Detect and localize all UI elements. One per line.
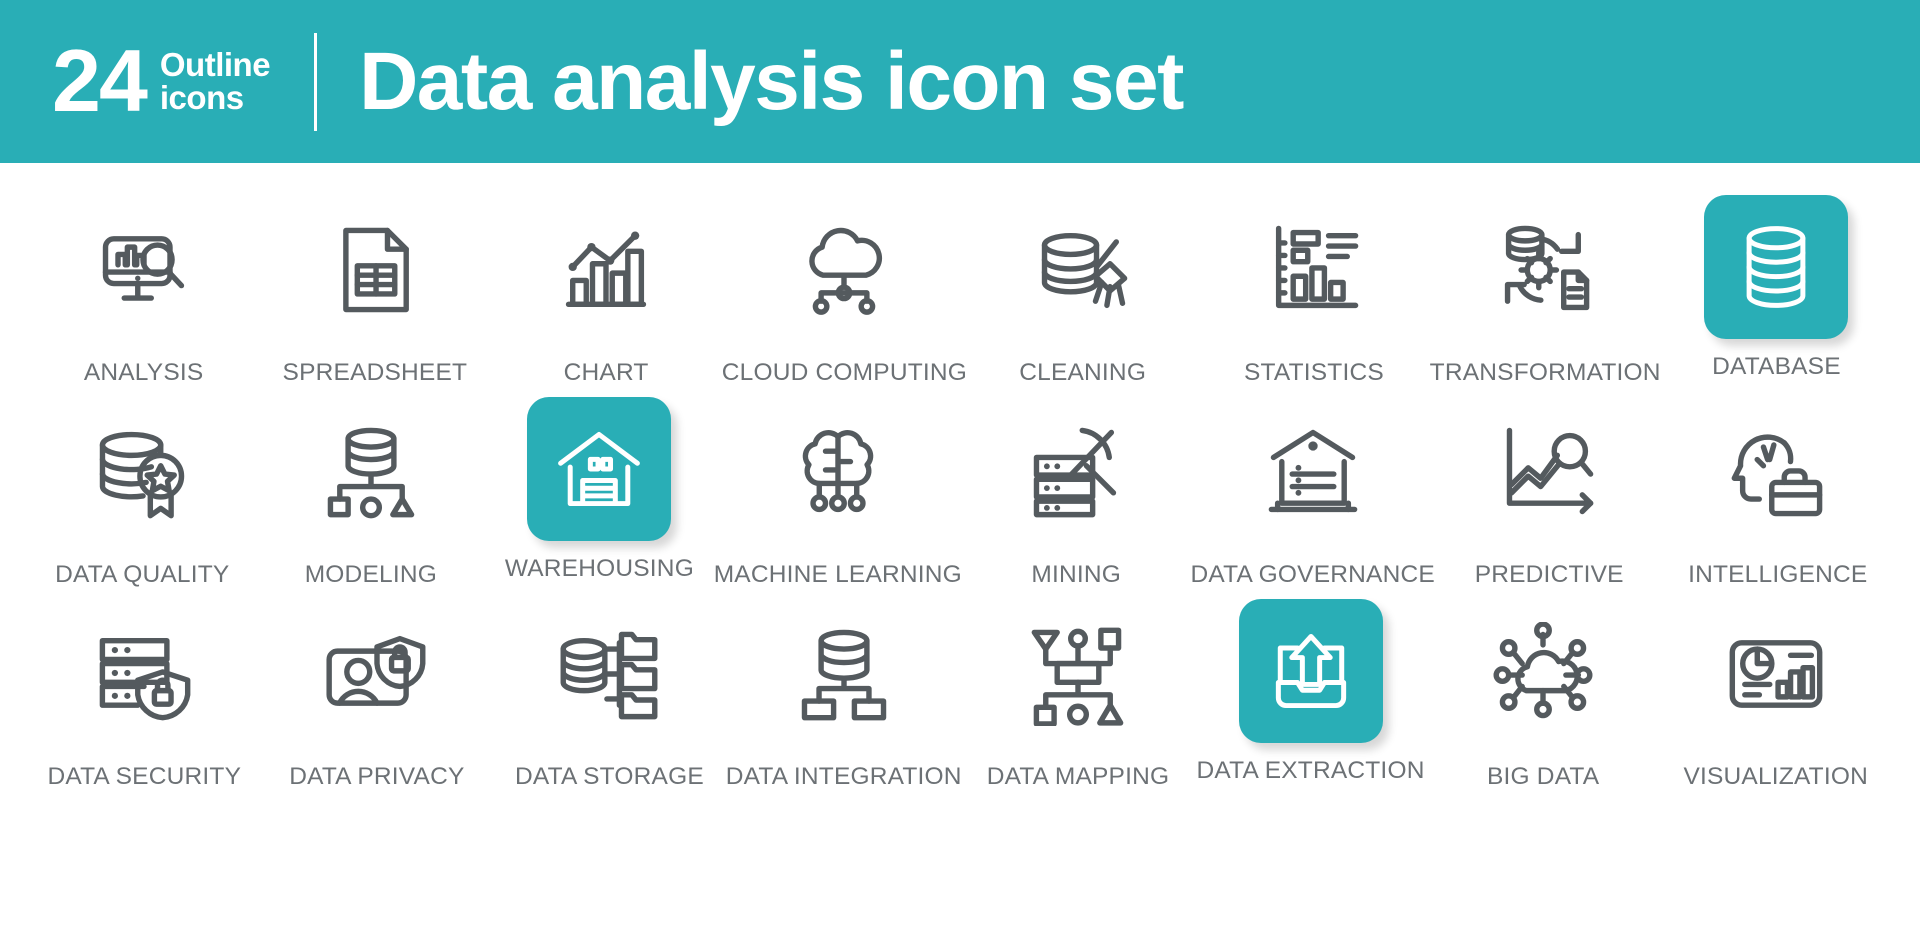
icon-row-1: ANALYSIS SPREADSHEET CHART CLOUD COMPUTI… <box>28 185 1892 387</box>
bank-building-icon <box>1238 397 1388 547</box>
icon-cell-transformation[interactable]: TRANSFORMATION <box>1430 185 1661 387</box>
icon-label: DATA EXTRACTION <box>1196 757 1425 784</box>
database-hierarchy-icon <box>296 397 446 547</box>
icon-cell-cleaning[interactable]: CLEANING <box>967 185 1198 387</box>
icon-label: SPREADSHEET <box>282 359 468 386</box>
icon-label: DATA SECURITY <box>47 763 242 790</box>
warehouse-icon <box>527 397 672 541</box>
header-banner: 24 Outline icons Data analysis icon set <box>0 0 1920 163</box>
count-word-line-2: icons <box>159 79 244 117</box>
database-gear-document-arrows-icon <box>1470 195 1620 345</box>
icon-cell-mining[interactable]: MINING <box>962 387 1191 589</box>
header-divider <box>314 32 318 131</box>
brain-circuit-icon <box>763 397 913 547</box>
trend-graph-magnifier-icon <box>1474 397 1624 547</box>
database-branch-icon <box>769 599 919 749</box>
document-table-icon <box>300 195 450 345</box>
server-lock-shield-icon <box>69 599 219 749</box>
outline-icons-count-block: 24 Outline icons <box>52 31 271 131</box>
icon-label: CLEANING <box>1019 359 1147 386</box>
icon-count-number: 24 <box>52 31 148 131</box>
dashboard-pie-bars-icon <box>1701 599 1851 749</box>
icon-row-3: DATA SECURITY DATA PRIVACY DATA STORAGE … <box>28 589 1892 791</box>
icon-label: DATA GOVERNANCE <box>1190 561 1435 588</box>
icon-label: DATABASE <box>1712 353 1841 380</box>
user-shield-lock-icon <box>302 599 452 749</box>
icon-label: STATISTICS <box>1243 359 1384 386</box>
icon-cell-data-privacy[interactable]: DATA PRIVACY <box>261 589 494 791</box>
icon-cell-analysis[interactable]: ANALYSIS <box>28 185 259 387</box>
icon-label: TRANSFORMATION <box>1429 359 1661 386</box>
icon-cell-database[interactable]: DATABASE <box>1661 185 1892 387</box>
icon-cell-data-quality[interactable]: DATA QUALITY <box>28 387 257 589</box>
icon-label: DATA STORAGE <box>514 763 704 790</box>
icon-label: PREDICTIVE <box>1474 561 1624 588</box>
icon-label: ANALYSIS <box>83 359 204 386</box>
bar-line-chart-icon <box>531 195 681 345</box>
icon-cell-data-integration[interactable]: DATA INTEGRATION <box>726 589 962 791</box>
icon-label: DATA QUALITY <box>55 561 230 588</box>
icon-cell-machine-learning[interactable]: MACHINE LEARNING <box>714 387 962 589</box>
icon-cell-data-mapping[interactable]: DATA MAPPING <box>962 589 1195 791</box>
database-star-badge-icon <box>67 397 217 547</box>
icon-cell-big-data[interactable]: BIG DATA <box>1427 589 1660 791</box>
icon-cell-modeling[interactable]: MODELING <box>257 387 486 589</box>
icon-cell-visualization[interactable]: VISUALIZATION <box>1659 589 1892 791</box>
icon-label: INTELLIGENCE <box>1688 561 1868 588</box>
icon-cell-data-security[interactable]: DATA SECURITY <box>28 589 261 791</box>
cloud-nodes-icon <box>769 195 919 345</box>
page-title: Data analysis icon set <box>359 35 1184 127</box>
icon-cell-chart[interactable]: CHART <box>491 185 722 387</box>
icon-label: DATA INTEGRATION <box>725 763 962 790</box>
icon-row-2: DATA QUALITY MODELING WAREHOUSING MACHIN… <box>28 387 1892 589</box>
statistics-bars-icon <box>1239 195 1389 345</box>
icon-cell-spreadsheet[interactable]: SPREADSHEET <box>259 185 490 387</box>
icon-count-words: Outline icons <box>159 46 271 117</box>
icon-cell-data-extraction[interactable]: DATA EXTRACTION <box>1194 589 1427 791</box>
icon-cell-cloud-computing[interactable]: CLOUD COMPUTING <box>722 185 967 387</box>
icon-grid: ANALYSIS SPREADSHEET CHART CLOUD COMPUTI… <box>0 163 1920 791</box>
icon-label: VISUALIZATION <box>1683 763 1869 790</box>
icon-label: MACHINE LEARNING <box>713 561 962 588</box>
icon-cell-intelligence[interactable]: INTELLIGENCE <box>1663 387 1892 589</box>
icon-label: MODELING <box>304 561 437 588</box>
upload-tray-arrow-icon <box>1238 599 1383 743</box>
icon-label: CHART <box>563 359 649 386</box>
icon-cell-predictive[interactable]: PREDICTIVE <box>1435 387 1664 589</box>
icon-cell-data-governance[interactable]: DATA GOVERNANCE <box>1191 387 1435 589</box>
database-broom-icon <box>1008 195 1158 345</box>
cloud-network-nodes-icon <box>1468 599 1618 749</box>
icon-label: DATA PRIVACY <box>289 763 465 790</box>
icon-label: DATA MAPPING <box>986 763 1170 790</box>
monitor-chart-search-icon <box>69 195 219 345</box>
database-folders-icon <box>534 599 684 749</box>
icon-cell-data-storage[interactable]: DATA STORAGE <box>493 589 726 791</box>
head-briefcase-icon <box>1703 397 1853 547</box>
count-word-line-1: Outline <box>159 46 271 84</box>
flow-mapping-icon <box>1003 599 1153 749</box>
icon-cell-statistics[interactable]: STATISTICS <box>1198 185 1429 387</box>
server-pickaxe-icon <box>1001 397 1151 547</box>
database-cylinder-icon <box>1704 195 1849 339</box>
icon-label: MINING <box>1031 561 1122 588</box>
icon-label: BIG DATA <box>1486 763 1600 790</box>
icon-label: CLOUD COMPUTING <box>721 359 968 386</box>
icon-label: WAREHOUSING <box>504 555 694 582</box>
icon-cell-warehousing[interactable]: WAREHOUSING <box>485 387 714 589</box>
